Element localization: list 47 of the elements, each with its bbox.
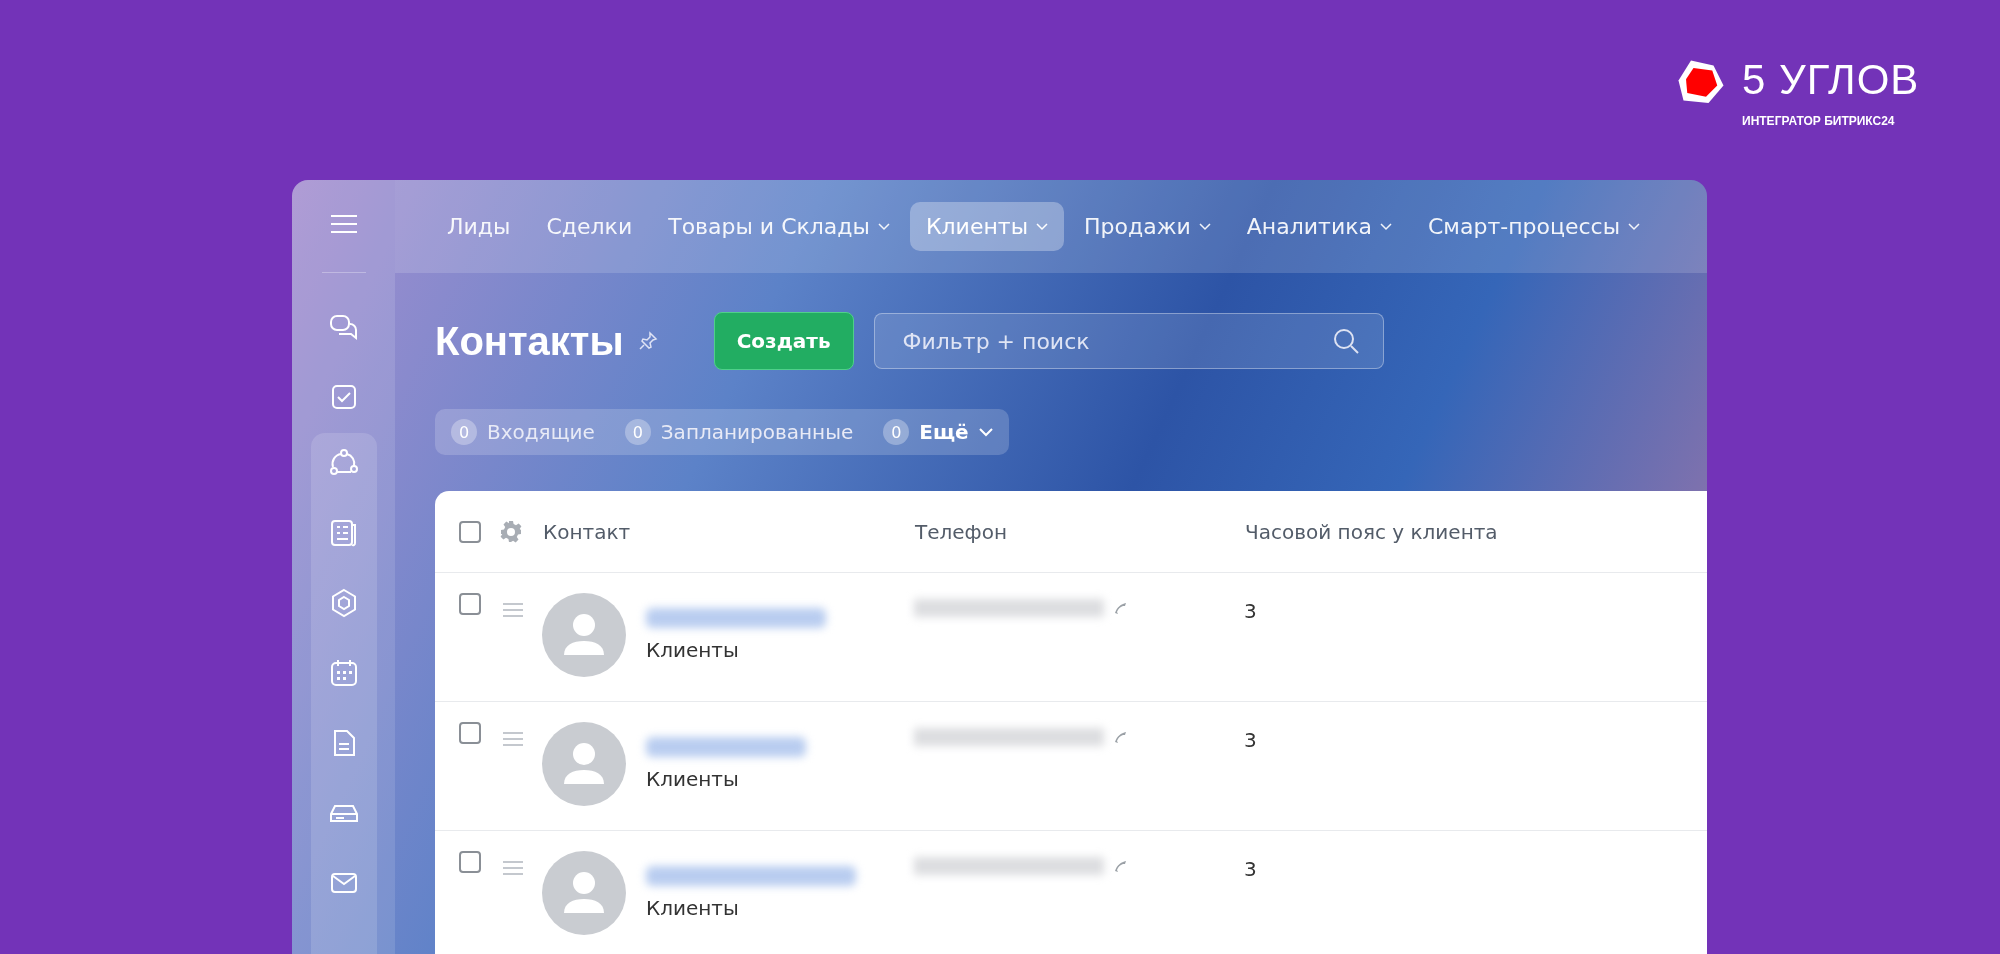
counter-badge: 0 [624,419,651,445]
phone-icon[interactable] [1112,858,1128,874]
settings-icon[interactable] [499,519,523,544]
drag-handle-icon[interactable] [503,732,523,746]
chevron-down-icon [978,427,993,437]
nav-tab[interactable]: Продажи [1068,202,1227,251]
timezone-cell-text: 3 [1244,598,1258,623]
blurred-name[interactable] [646,737,806,757]
phone-icon[interactable] [1112,600,1128,616]
contact-type: Клиенты [646,896,740,920]
search-icon[interactable] [1331,327,1360,355]
page-title: Контакты [435,318,624,364]
avatar-silhouette-icon [542,593,626,677]
avatar-silhouette-icon [542,851,626,935]
nav-tab[interactable]: Смарт-процессы [1412,202,1657,251]
counter-badge: 0 [451,419,477,445]
column-header[interactable]: Телефон [915,519,1245,544]
create-button[interactable]: Создать [713,312,854,370]
nav-tab[interactable]: Аналитика [1230,202,1408,251]
logo-title: 5 УГЛОВ [1742,56,1920,104]
checkbox[interactable] [459,851,481,873]
counter-link[interactable]: Ещё [919,420,969,444]
checkbox[interactable] [459,520,481,543]
nav-tab[interactable]: Товары и Склады [652,202,906,251]
drag-handle-icon[interactable] [503,603,523,617]
checkbox[interactable] [459,593,481,615]
nav-tab[interactable]: Лиды [431,202,527,251]
pin-icon[interactable] [637,331,658,351]
nav-tab[interactable]: Сделки [530,202,649,251]
checkbox[interactable] [459,722,481,744]
timezone-cell-text: 3 [1244,856,1258,881]
logo-subtitle: ИНТЕГРАТОР БИТРИКС24 [1742,114,1896,128]
blurred-name[interactable] [646,866,856,886]
drag-handle-icon[interactable] [503,861,523,875]
timezone-cell-text: 3 [1244,727,1258,752]
column-header[interactable]: Контакт [543,519,915,544]
blurred-name[interactable] [646,608,826,628]
counter-link[interactable]: Запланированные [660,420,854,444]
avatar-silhouette-icon [542,722,626,806]
counter-link[interactable]: Входящие [487,420,595,444]
menu-icon[interactable] [329,214,358,234]
counter-badge: 0 [883,419,910,445]
contact-type: Клиенты [646,638,740,662]
nav-tab[interactable]: Клиенты [909,202,1065,251]
column-header[interactable]: Часовой пояс у клиента [1245,519,1707,544]
contact-type: Клиенты [646,767,740,791]
phone-icon[interactable] [1112,729,1128,745]
